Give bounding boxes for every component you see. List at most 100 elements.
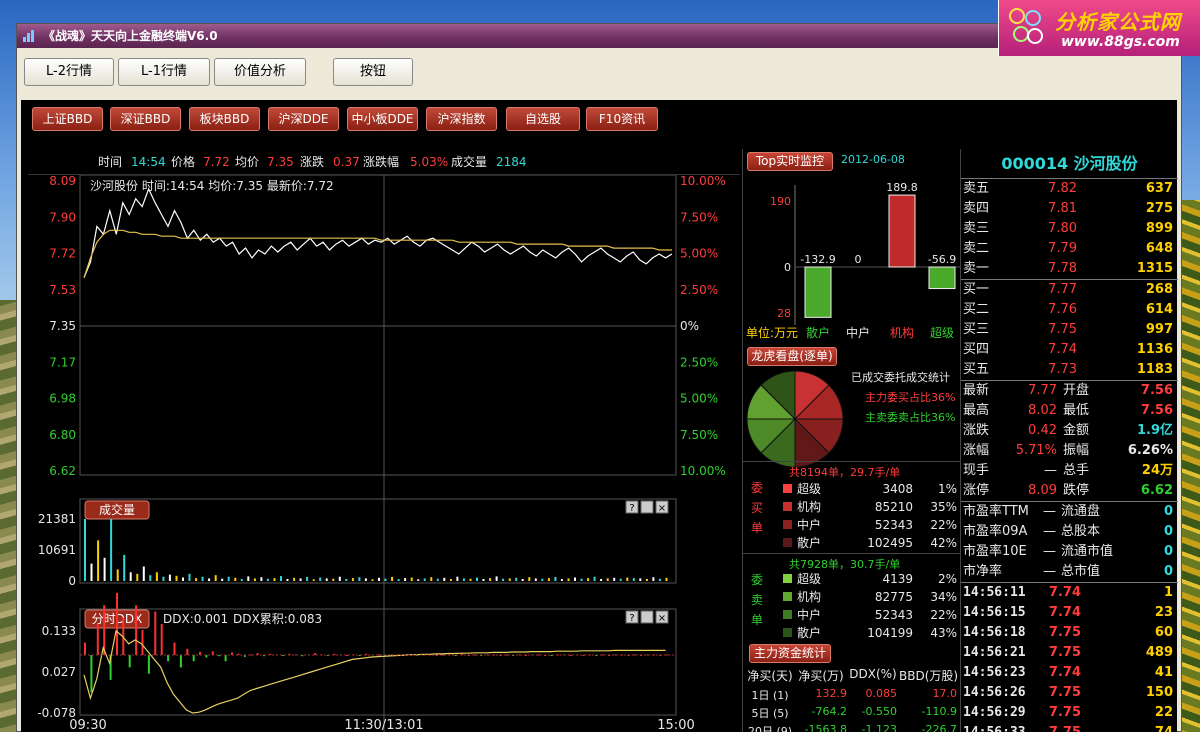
fundamental-label: 流通市值: [1061, 544, 1114, 559]
order-row: 超级 4139 2%: [781, 570, 961, 588]
tick-volume: 1: [1163, 585, 1173, 600]
generic-button[interactable]: 按钮: [333, 58, 413, 86]
stat-row[interactable]: 现手 — 总手 24万: [961, 461, 1178, 481]
order-count: 82775: [874, 590, 913, 604]
tick-time: 14:56:18: [963, 625, 1026, 640]
tick-row[interactable]: 14:56:15 7.74 23: [961, 603, 1178, 623]
price-tick-label: 6.80: [49, 428, 76, 442]
buy-order-side: 委 买 单: [751, 478, 765, 538]
sell-level-row[interactable]: 卖三 7.80 899: [961, 219, 1178, 239]
quote-price: 7.76: [1048, 302, 1077, 317]
volume-bar: [574, 577, 576, 581]
volume-bar: [547, 578, 550, 581]
volume-bar: [188, 573, 191, 581]
ddx-cumulative: DDX累积:0.083: [233, 612, 322, 626]
sell-level-row[interactable]: 卖四 7.81 275: [961, 199, 1178, 219]
fund-header: BBD(万股): [899, 669, 959, 683]
order-row: 中户 52343 22%: [781, 516, 961, 534]
tick-time: 14:56:23: [963, 665, 1026, 680]
quote-header: 时间 14:54 价格 7.72 均价 7.35 涨跌 0.37 涨跌幅 5.0…: [28, 149, 740, 175]
ddx-tick-label: 0.133: [42, 624, 76, 638]
intraday-chart[interactable]: 沙河股份 时间:14:54 均价:7.35 最新价:7.72 8.09 7.90 7…: [28, 175, 740, 732]
tab-hs-index[interactable]: 沪深指数: [426, 107, 497, 131]
stat-value: 7.56: [1140, 403, 1173, 418]
tab-watchlist[interactable]: 自选股: [506, 107, 580, 131]
order-square-icon: [783, 520, 792, 529]
tick-time: 14:56:15: [963, 605, 1026, 620]
ddx-value: DDX:0.001: [163, 612, 228, 626]
quote-price: 7.81: [1048, 201, 1077, 216]
fund-value: -110.9: [921, 705, 957, 718]
ddx-bar: [537, 654, 540, 656]
maximize-icon[interactable]: [640, 500, 654, 514]
buy-level-row[interactable]: 买五 7.73 1183: [961, 360, 1178, 380]
stat-row[interactable]: 涨停 8.09 跌停 6.62: [961, 481, 1178, 501]
help-icon-glyph: ?: [629, 503, 634, 514]
ddx-bar: [282, 655, 285, 656]
order-square-icon: [783, 538, 792, 547]
quote-volume: 899: [1145, 221, 1173, 236]
stat-row[interactable]: 最高 8.02 最低 7.56: [961, 401, 1178, 421]
volume-panel-controls: ? ×: [625, 500, 669, 514]
tab-sh-bbd[interactable]: 上证BBD: [32, 107, 103, 131]
quote-price: 7.73: [1048, 362, 1077, 377]
order-type: 散户: [797, 626, 822, 640]
tick-row[interactable]: 14:56:26 7.75 150: [961, 683, 1178, 703]
order-type: 中户: [797, 518, 822, 532]
quote-label: 卖一: [963, 261, 990, 276]
l2-quote-button[interactable]: L-2行情: [24, 58, 114, 86]
buy-level-row[interactable]: 买三 7.75 997: [961, 320, 1178, 340]
stat-row[interactable]: 涨跌 0.42 金额 1.9亿: [961, 421, 1178, 441]
tick-volume: 60: [1154, 625, 1173, 640]
volume-bar: [495, 576, 498, 581]
quote-label: 买三: [963, 322, 990, 337]
stat-label: 开盘: [1063, 383, 1090, 398]
fundamental-value: 0: [1163, 544, 1173, 559]
volume-bar: [253, 578, 256, 581]
stat-row[interactable]: 最新 7.77 开盘 7.56: [961, 381, 1178, 401]
fundamental-row[interactable]: 市盈率10E — 流通市值 0: [961, 542, 1178, 562]
order-type: 超级: [797, 572, 822, 586]
fund-value: -226.7: [921, 723, 957, 732]
tab-hs-dde[interactable]: 沪深DDE: [268, 107, 339, 131]
sell-level-row[interactable]: 卖五 7.82 637: [961, 179, 1178, 199]
ddx-bar: [186, 648, 189, 655]
stat-label: 最低: [1063, 403, 1090, 418]
tab-sector-bbd[interactable]: 板块BBD: [189, 107, 260, 131]
tick-row[interactable]: 14:56:18 7.75 60: [961, 623, 1178, 643]
fundamental-row[interactable]: 市盈率TTM — 流通盘 0: [961, 502, 1178, 522]
fundamental-row[interactable]: 市盈率09A — 总股本 0: [961, 522, 1178, 542]
sell-level-row[interactable]: 卖一 7.78 1315: [961, 259, 1178, 279]
sell-level-row[interactable]: 卖二 7.79 648: [961, 239, 1178, 259]
volume-bar: [175, 575, 178, 581]
tick-row[interactable]: 14:56:33 7.75 74: [961, 723, 1178, 732]
main-content: 上证BBD 深证BBD 板块BBD 沪深DDE 中小板DDE 沪深指数 自选股 …: [21, 100, 1178, 732]
buy-level-row[interactable]: 买一 7.77 268: [961, 280, 1178, 300]
ddx-bar: [154, 611, 157, 655]
tick-row[interactable]: 14:56:23 7.74 41: [961, 663, 1178, 683]
tick-row[interactable]: 14:56:21 7.75 489: [961, 643, 1178, 663]
order-square-icon: [783, 628, 792, 637]
top-bar-label: 0: [855, 253, 862, 266]
tick-row[interactable]: 14:56:29 7.75 22: [961, 703, 1178, 723]
tab-sz-bbd[interactable]: 深证BBD: [110, 107, 181, 131]
tab-f10[interactable]: F10资讯: [586, 107, 658, 131]
fundamental-label: 市盈率10E: [963, 544, 1027, 559]
dragon-tag[interactable]: 龙虎看盘(逐单): [747, 347, 837, 366]
volume-bar: [515, 577, 518, 581]
fund-stats-tag[interactable]: 主力资金统计: [749, 644, 831, 663]
buy-level-row[interactable]: 买二 7.76 614: [961, 300, 1178, 320]
top-monitor-tag[interactable]: Top实时监控: [747, 152, 833, 171]
stat-row[interactable]: 涨幅 5.71% 振幅 6.26%: [961, 441, 1178, 461]
l1-quote-button[interactable]: L-1行情: [118, 58, 210, 86]
fund-stats-table: 净买(天) 净买(万) DDX(%) BBD(万股) 1日 (1) 132.9 0.085 1…: [743, 665, 961, 732]
tab-sme-dde[interactable]: 中小板DDE: [347, 107, 418, 131]
quote-volume: 1183: [1136, 362, 1173, 377]
maximize-icon[interactable]: [640, 610, 654, 624]
volume-bar: [240, 579, 243, 581]
fundamental-row[interactable]: 市净率 — 总市值 0: [961, 562, 1178, 582]
buy-level-row[interactable]: 买四 7.74 1136: [961, 340, 1178, 360]
chg-value: 0.37: [333, 155, 360, 169]
tick-row[interactable]: 14:56:11 7.74 1: [961, 583, 1178, 603]
value-analysis-button[interactable]: 价值分析: [214, 58, 306, 86]
